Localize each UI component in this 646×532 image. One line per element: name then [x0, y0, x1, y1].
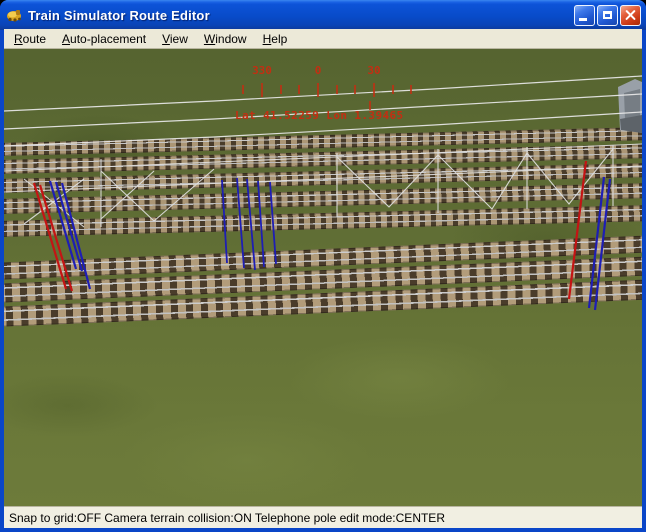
pole-cluster-middle [222, 178, 276, 270]
telephone-pole-blue[interactable] [237, 178, 244, 268]
status-text: Snap to grid:OFF Camera terrain collisio… [9, 511, 445, 525]
minimize-icon [579, 18, 587, 21]
minimize-button[interactable] [574, 5, 595, 26]
window-controls [574, 5, 641, 26]
status-bar: Snap to grid:OFF Camera terrain collisio… [4, 506, 642, 528]
3d-viewport[interactable]: 330 0 30 Lat 41.52259 Lon 1.39465 [4, 49, 642, 506]
menu-item-help[interactable]: Help [255, 30, 296, 48]
title-bar[interactable]: Train Simulator Route Editor [0, 0, 646, 30]
telephone-pole-red[interactable] [569, 161, 586, 299]
compass-label-0: 0 [315, 64, 322, 77]
telephone-pole-blue[interactable] [258, 181, 264, 267]
window-title: Train Simulator Route Editor [28, 8, 210, 23]
app-window: Train Simulator Route Editor Route Auto-… [0, 0, 646, 532]
compass-label-330: 330 [252, 64, 272, 77]
menu-item-auto-placement[interactable]: Auto-placement [54, 30, 154, 48]
telephone-pole-blue[interactable] [270, 182, 276, 264]
compass-ticks [243, 83, 411, 110]
maximize-icon [603, 11, 612, 19]
close-icon [625, 10, 636, 21]
menu-bar: Route Auto-placement View Window Help [4, 29, 642, 49]
compass-label-30: 30 [367, 64, 380, 77]
maximize-button[interactable] [597, 5, 618, 26]
telephone-pole-blue[interactable] [222, 180, 227, 263]
telephone-pole-blue[interactable] [247, 179, 255, 270]
app-icon [6, 7, 23, 23]
menu-item-window[interactable]: Window [196, 30, 255, 48]
telephone-pole-blue[interactable] [56, 182, 82, 271]
position-readout: Lat 41.52259 Lon 1.39465 [235, 109, 404, 122]
distant-structure-icon [618, 79, 642, 133]
menu-item-route[interactable]: Route [6, 30, 54, 48]
catenary-wireframe [4, 144, 642, 227]
pole-cluster-left [34, 181, 90, 291]
pole-cluster-right [569, 161, 610, 310]
close-button[interactable] [620, 5, 641, 26]
menu-item-view[interactable]: View [154, 30, 196, 48]
